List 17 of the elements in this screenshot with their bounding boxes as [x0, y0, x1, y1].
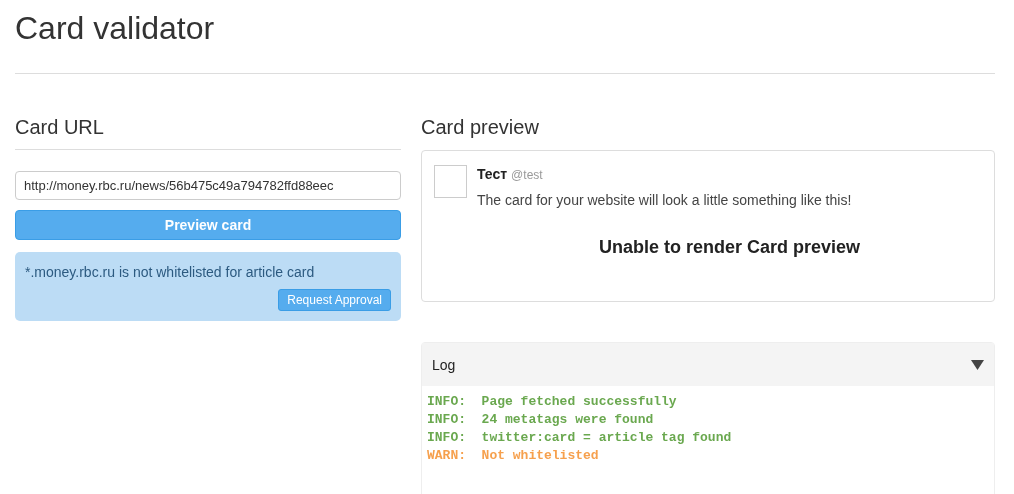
log-line: INFO: 24 metatags were found: [427, 411, 654, 429]
log-line: WARN: Not whitelisted: [427, 447, 599, 465]
card-text: The card for your website will look a little something like this!: [477, 192, 853, 208]
log-line: INFO: Page fetched successfully: [427, 393, 677, 411]
log-header[interactable]: Log: [422, 343, 994, 386]
error-message: Unable to render Card preview: [597, 237, 862, 258]
section-heading: Card preview: [421, 115, 540, 140]
avatar-placeholder: [434, 165, 467, 198]
page-title: Card validator: [15, 9, 216, 48]
log-line: INFO: twitter:card = article tag found: [427, 429, 732, 447]
section-heading: Card URL: [15, 114, 401, 150]
log-title: Log: [432, 356, 456, 373]
alert-message: *.money.rbc.ru is not whitelisted for article card: [25, 264, 316, 280]
url-input-field[interactable]: http://money.rbc.ru/news/56b475c49a794782ffd88eec: [15, 171, 401, 200]
dropdown-triangle-icon: [971, 359, 984, 370]
account-name: Тест: [477, 166, 508, 182]
account-handle: @test: [511, 168, 543, 182]
